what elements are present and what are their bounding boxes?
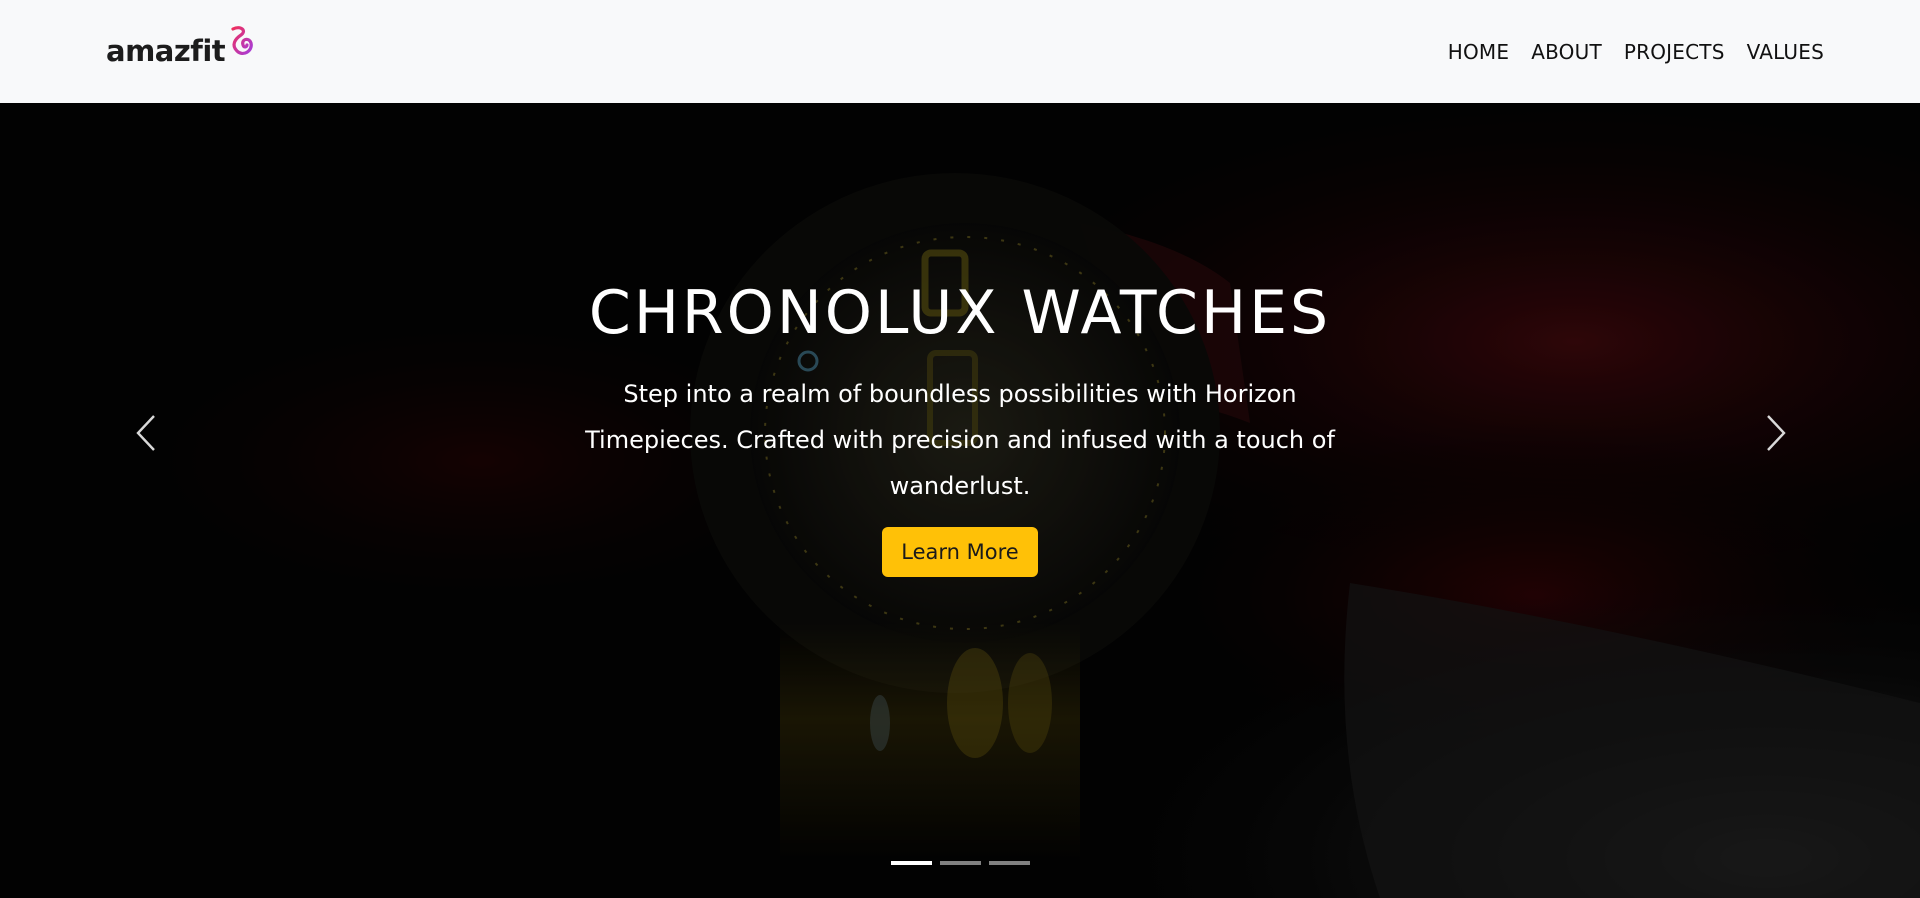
nav-link-projects[interactable]: PROJECTS — [1624, 40, 1725, 64]
chevron-right-icon — [1767, 415, 1786, 451]
hero-title: CHRONOLUX WATCHES — [588, 278, 1332, 348]
carousel-indicator-2[interactable] — [939, 861, 981, 865]
nav-item-projects: PROJECTS — [1624, 40, 1725, 64]
brand-logo[interactable]: amazfit — [106, 25, 257, 68]
navbar: amazfit HOME ABOUT PROJECTS VALUES — [0, 0, 1920, 103]
learn-more-button[interactable]: Learn More — [882, 527, 1038, 577]
nav-link-about[interactable]: ABOUT — [1531, 40, 1602, 64]
nav-item-home: HOME — [1448, 40, 1509, 64]
hero-carousel: CHRONOLUX WATCHES Step into a realm of b… — [0, 103, 1920, 898]
hero-description: Step into a realm of boundless possibili… — [585, 380, 1335, 500]
nav-item-values: VALUES — [1747, 40, 1824, 64]
nav-menu: HOME ABOUT PROJECTS VALUES — [1448, 40, 1824, 64]
brand-swirl-icon — [227, 25, 257, 63]
nav-link-values[interactable]: VALUES — [1747, 40, 1824, 64]
nav-link-home[interactable]: HOME — [1448, 40, 1509, 64]
carousel-next-button[interactable] — [1756, 413, 1796, 453]
nav-item-about: ABOUT — [1531, 40, 1602, 64]
hero-caption: CHRONOLUX WATCHES Step into a realm of b… — [0, 103, 1920, 898]
carousel-prev-button[interactable] — [126, 413, 166, 453]
chevron-left-icon — [136, 415, 155, 451]
carousel-indicator-3[interactable] — [988, 861, 1030, 865]
carousel-indicators — [0, 861, 1920, 865]
brand-name: amazfit — [106, 34, 226, 68]
carousel-indicator-1[interactable] — [890, 861, 932, 865]
